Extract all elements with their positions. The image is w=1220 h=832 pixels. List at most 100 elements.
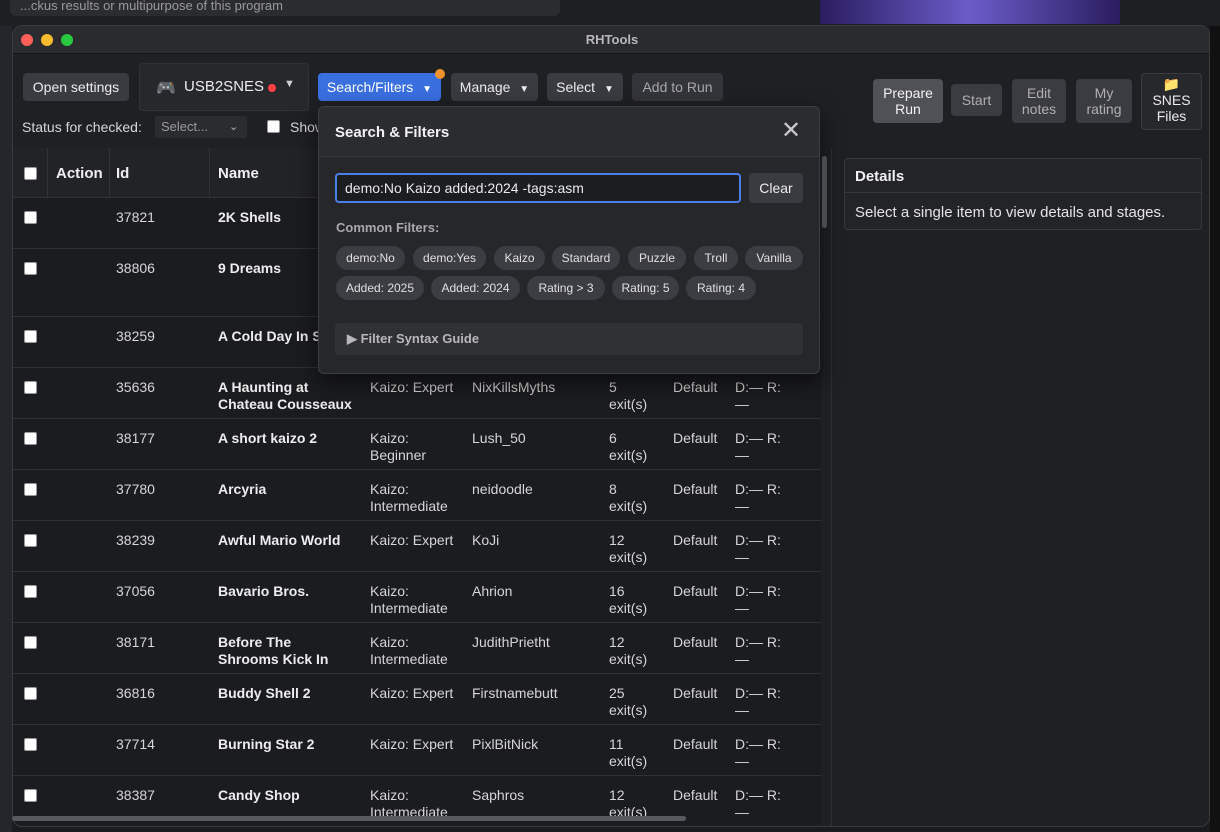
select-all-checkbox[interactable] [24,167,37,180]
active-filter-badge [435,69,445,79]
add-to-run-button[interactable]: Add to Run [632,73,723,101]
my-rating-button[interactable]: My rating [1076,79,1132,123]
filter-search-input[interactable] [335,173,741,203]
row-exits-unit: exit(s) [609,702,648,718]
select-menu-button[interactable]: Select ▼ [547,73,623,101]
start-button[interactable]: Start [951,84,1002,116]
close-window-button[interactable] [21,34,33,46]
open-settings-button[interactable]: Open settings [23,73,129,101]
row-checkbox[interactable] [24,483,37,496]
search-filters-button[interactable]: Search/Filters ▼ [318,73,441,101]
row-checkbox[interactable] [24,262,37,275]
background-window-text: ...ckus results or multipurpose of this … [10,0,560,16]
snes-files-label-line1: SNES [1152,92,1191,108]
filter-chip[interactable]: demo:No [336,246,405,270]
table-row[interactable]: 36816 Buddy Shell 2 Kaizo: Expert Firstname… [13,674,821,725]
row-id: 38239 [116,532,155,548]
manage-menu-button[interactable]: Manage ▼ [451,73,538,101]
row-checkbox[interactable] [24,381,37,394]
title-bar: RHTools [13,26,1209,54]
row-name: Arcyria [218,481,267,497]
row-exits: 11 [609,736,624,752]
show-checkbox[interactable] [267,120,280,133]
filter-chip[interactable]: Rating: 4 [686,276,756,300]
filter-chip[interactable]: Troll [694,246,738,270]
row-checkbox[interactable] [24,789,37,802]
filter-syntax-guide-toggle[interactable]: ▶ Filter Syntax Guide [335,323,803,355]
row-rating-line2: — [735,549,749,565]
row-name-line2: Chateau Cousseaux [218,396,352,412]
row-checkbox[interactable] [24,687,37,700]
row-checkbox[interactable] [24,738,37,751]
table-row[interactable]: 38177 A short kaizo 2 Kaizo: Beginner Lush_5… [13,419,821,470]
table-row[interactable]: 37780 Arcyria Kaizo: Intermediate neidoodle 8… [13,470,821,521]
table-row[interactable]: 37714 Burning Star 2 Kaizo: Expert PixlBitN… [13,725,821,776]
table-row[interactable]: 38239 Awful Mario World Kaizo: Expert KoJi 1… [13,521,821,572]
row-checkbox[interactable] [24,636,37,649]
row-exits: 12 [609,634,625,650]
status-select[interactable]: Select... ⌄ [155,116,247,138]
device-selector[interactable]: 🎮 USB2SNES ▼ [139,63,309,111]
filter-chip[interactable]: Added: 2025 [336,276,424,300]
background-window-edge [0,26,12,832]
filter-chip[interactable]: Puzzle [628,246,686,270]
filter-chip[interactable]: Added: 2024 [431,276,520,300]
row-checkbox[interactable] [24,211,37,224]
filter-chip[interactable]: Kaizo [494,246,545,270]
row-id: 38177 [116,430,155,446]
row-author: PixlBitNick [472,736,539,752]
row-checkbox[interactable] [24,330,37,343]
row-rating: D:— R: [735,736,781,752]
my-rating-label-line2: rating [1086,101,1122,117]
row-mode: Default [673,736,718,752]
column-header-action[interactable]: Action [56,165,103,182]
table-row[interactable]: 38171 Before The Shrooms Kick In Kaizo: Inte… [13,623,821,674]
close-icon[interactable]: ✕ [781,119,801,143]
row-name: Burning Star 2 [218,736,315,752]
chevron-down-icon: ▼ [519,84,530,95]
table-row[interactable]: 37056 Bavario Bros. Kaizo: Intermediate Ahri… [13,572,821,623]
table-horizontal-scrollbar[interactable] [12,816,686,821]
right-pane: Details Select a single item to view det… [831,148,1209,826]
filter-chip[interactable]: Rating: 5 [612,276,679,300]
snes-files-label-line2: Files [1156,108,1187,124]
zoom-window-button[interactable] [61,34,73,46]
row-checkbox[interactable] [24,432,37,445]
row-exits: 6 [609,430,617,446]
clear-button[interactable]: Clear [749,173,803,203]
filter-chip[interactable]: Vanilla [745,246,803,270]
row-checkbox[interactable] [24,534,37,547]
row-name: Before The [218,634,292,650]
row-exits-unit: exit(s) [609,447,648,463]
row-rating: D:— R: [735,379,781,395]
row-author: NixKillsMyths [472,379,556,395]
table-vertical-scrollbar[interactable] [822,156,827,228]
column-header-id[interactable]: Id [116,165,129,182]
column-divider [109,148,110,198]
snes-files-button[interactable]: 📁 SNES Files [1141,73,1202,130]
background-window-edge-right [1210,26,1220,832]
filter-chip[interactable]: demo:Yes [413,246,486,270]
row-name: 2K Shells [218,209,282,225]
row-author: KoJi [472,532,500,548]
search-filters-popup: Search & Filters ✕ Clear Common Filters:… [318,106,820,374]
row-difficulty-line2: Intermediate [370,651,448,667]
minimize-window-button[interactable] [41,34,53,46]
row-exits-unit: exit(s) [609,651,648,667]
row-rating: D:— R: [735,532,781,548]
filter-chip[interactable]: Rating > 3 [527,276,605,300]
row-name: Awful Mario World [218,532,341,548]
status-for-checked-label: Status for checked: [22,119,142,135]
chevron-down-icon: ▼ [603,84,614,95]
column-header-name[interactable]: Name [218,165,259,182]
table-row[interactable]: 35636 A Haunting at Chateau Cousseaux Kaizo… [13,368,821,419]
edit-notes-label-line2: notes [1021,101,1057,117]
prepare-run-button[interactable]: Prepare Run [873,79,943,123]
row-checkbox[interactable] [24,585,37,598]
row-exits-unit: exit(s) [609,396,648,412]
edit-notes-button[interactable]: Edit notes [1012,79,1066,123]
manage-label: Manage [459,79,511,95]
row-rating-line2: — [735,498,749,514]
filter-chip[interactable]: Standard [552,246,620,270]
row-rating-line2: — [735,651,749,667]
